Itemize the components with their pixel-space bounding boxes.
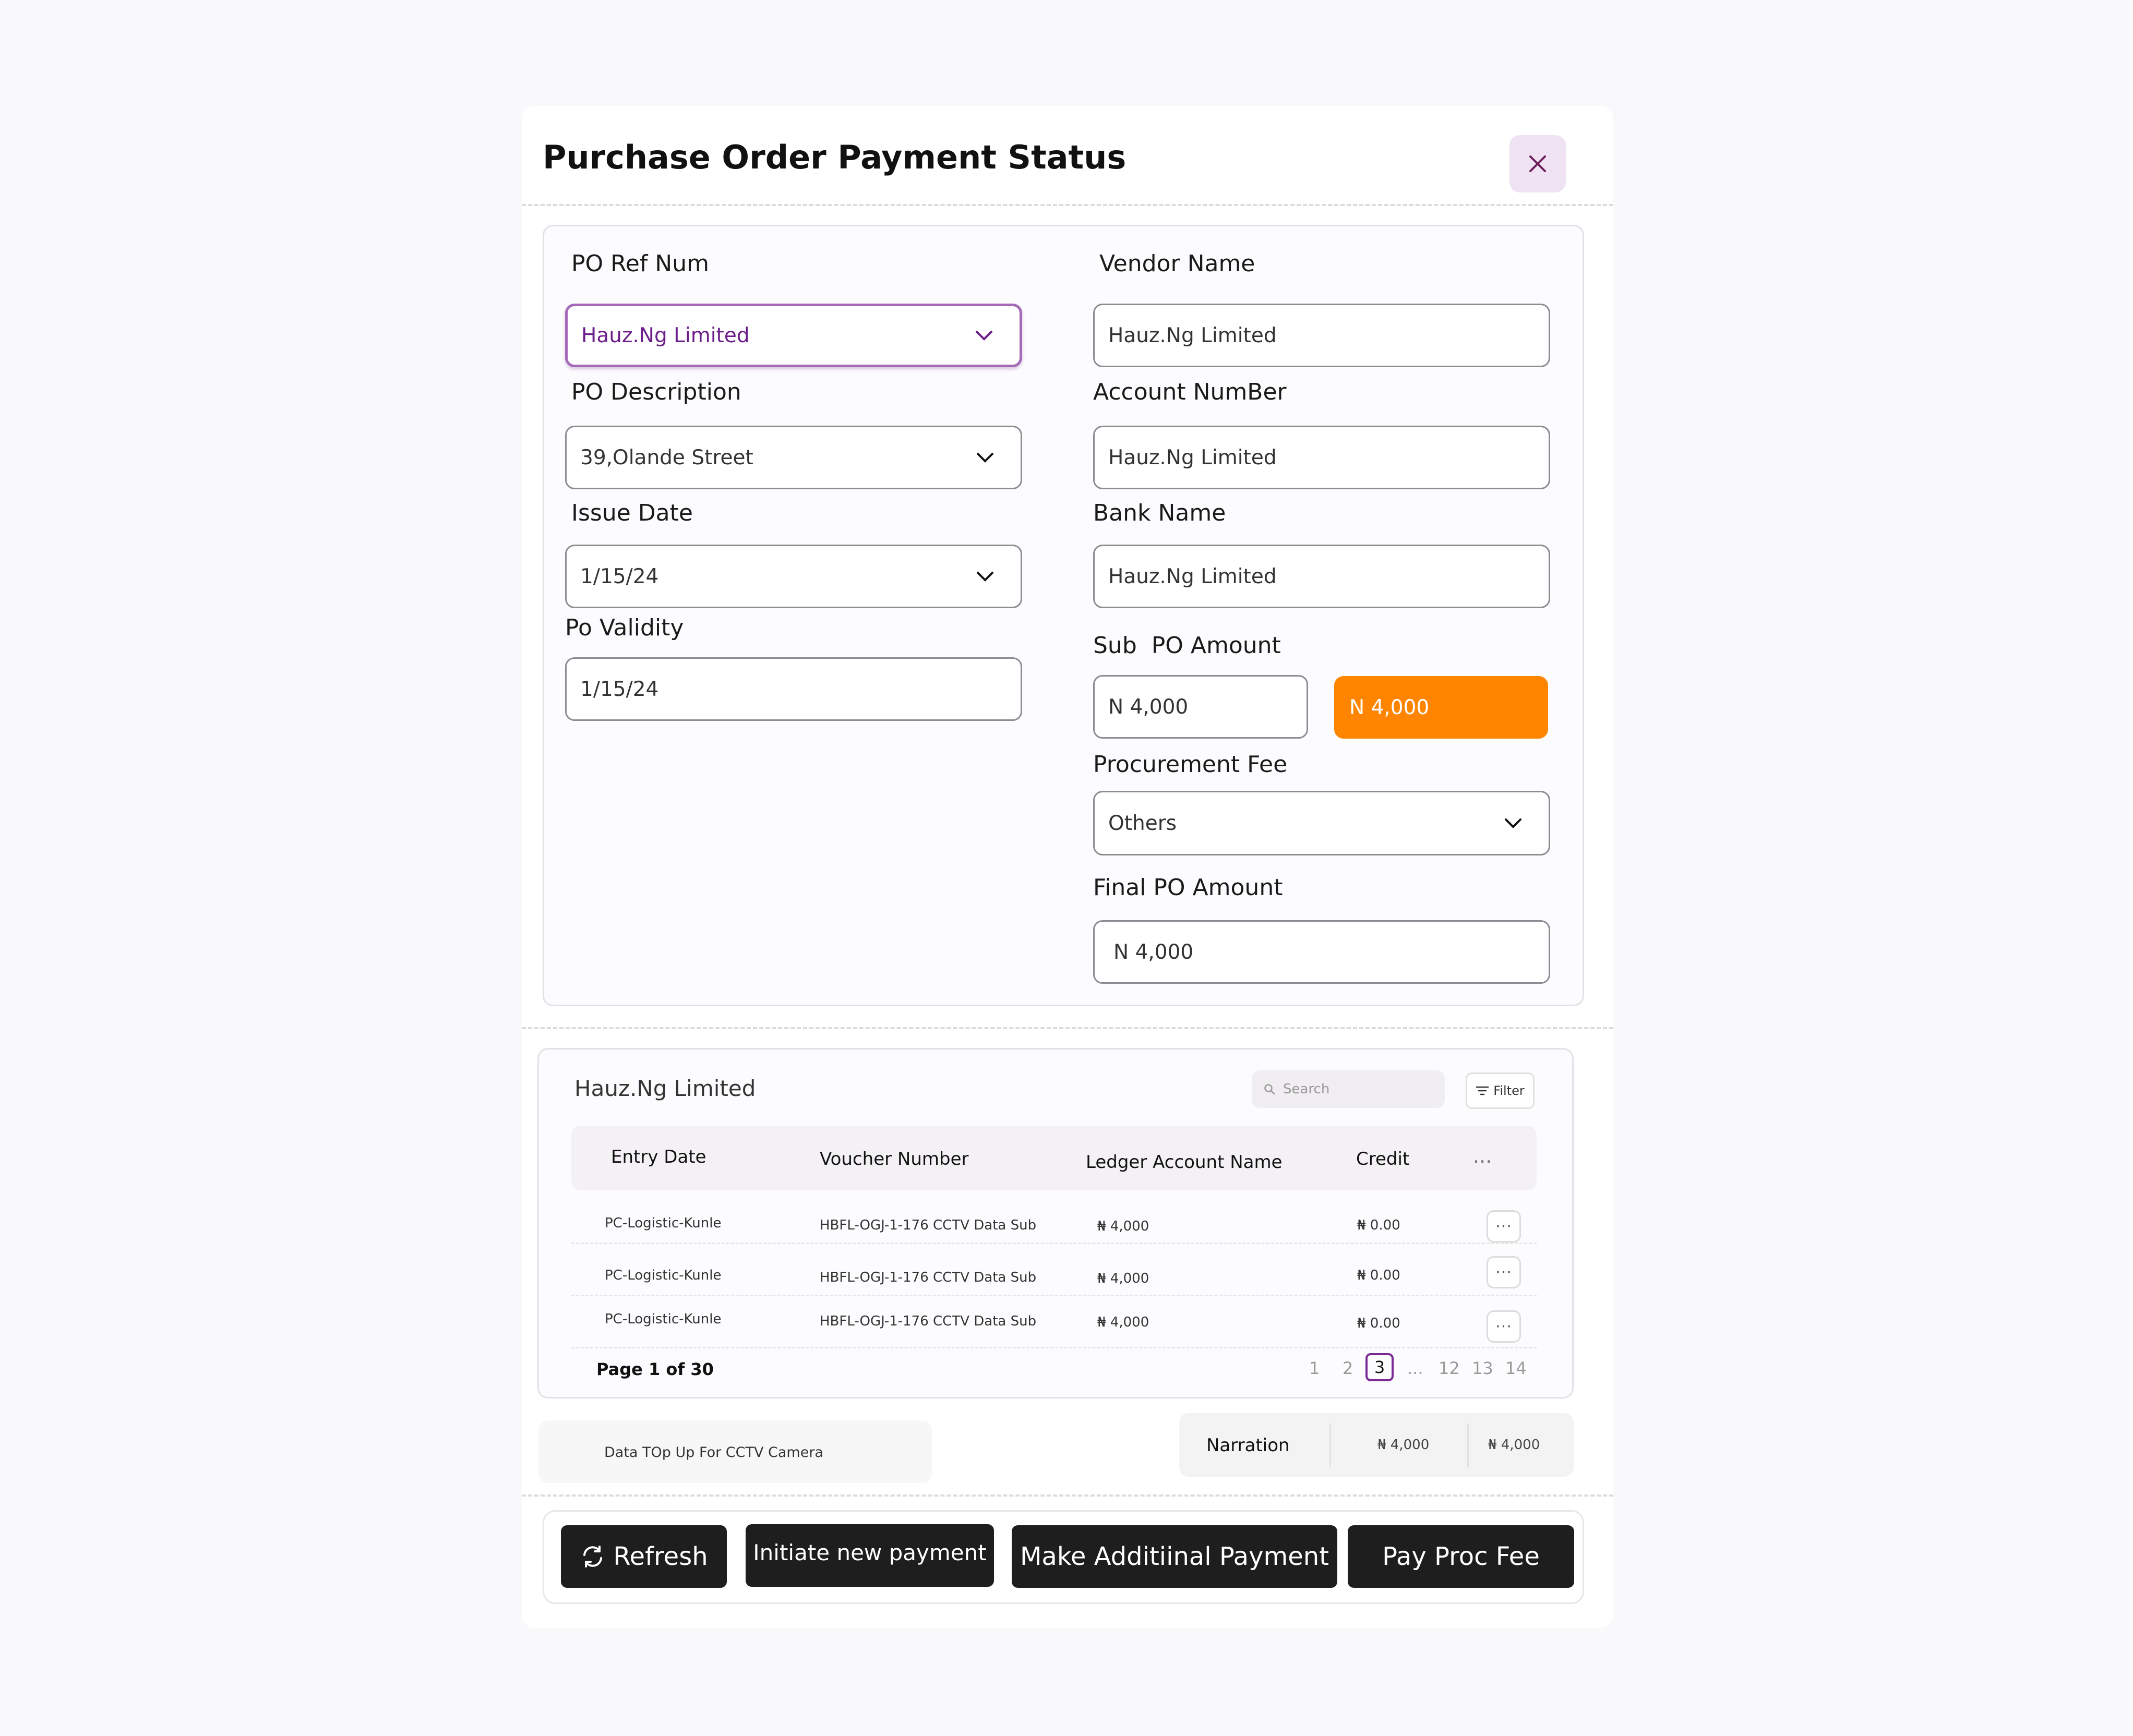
- po-description-select[interactable]: 39,Olande Street: [565, 426, 1022, 489]
- sub-po-amount-highlight-value: N 4,000: [1349, 695, 1430, 719]
- narration-description-text: Data TOp Up For CCTV Camera: [604, 1444, 823, 1461]
- ledger-cell: ₦ 4,000: [1097, 1271, 1149, 1286]
- narration-description: Data TOp Up For CCTV Camera: [538, 1420, 932, 1483]
- sub-po-amount-label: Sub PO Amount: [1093, 632, 1281, 659]
- po-ref-num-label: PO Ref Num: [571, 250, 709, 277]
- account-number-label: Account NumBer: [1093, 379, 1287, 405]
- po-ref-num-value: Hauz.Ng Limited: [581, 323, 750, 347]
- page-12-link[interactable]: 12: [1439, 1358, 1460, 1378]
- po-description-value: 39,Olande Street: [580, 445, 753, 469]
- po-ref-num-select[interactable]: Hauz.Ng Limited: [565, 304, 1022, 367]
- page-2-link[interactable]: 2: [1343, 1358, 1353, 1378]
- filter-icon: [1476, 1086, 1489, 1095]
- row-actions-button[interactable]: ···: [1487, 1256, 1521, 1288]
- table-row: PC-Logistic-Kunle HBFL-OGJ-1-176 CCTV Da…: [571, 1243, 1537, 1296]
- chevron-down-icon: [977, 572, 993, 582]
- page-14-link[interactable]: 14: [1505, 1358, 1527, 1378]
- issue-date-value: 1/15/24: [580, 564, 659, 588]
- payment-status-modal: Purchase Order Payment Status PO Ref Num…: [522, 106, 1613, 1628]
- bank-name-input[interactable]: Hauz.Ng Limited: [1093, 545, 1550, 608]
- chevron-down-icon: [976, 331, 992, 341]
- voucher-cell: HBFL-OGJ-1-176 CCTV Data Sub: [820, 1217, 1037, 1233]
- column-voucher-number: Voucher Number: [820, 1149, 969, 1170]
- vendor-name-value: Hauz.Ng Limited: [1108, 323, 1277, 347]
- narration-divider: [1329, 1424, 1331, 1467]
- issue-date-label: Issue Date: [571, 500, 693, 526]
- final-po-amount-value: N 4,000: [1113, 940, 1194, 964]
- po-validity-input[interactable]: 1/15/24: [565, 657, 1022, 721]
- modal-title: Purchase Order Payment Status: [543, 138, 1127, 176]
- search-icon: [1264, 1084, 1275, 1095]
- account-number-value: Hauz.Ng Limited: [1108, 445, 1277, 469]
- credit-cell: ₦ 0.00: [1357, 1268, 1400, 1283]
- make-additional-payment-button[interactable]: Make Additiinal Payment: [1012, 1525, 1337, 1588]
- procurement-fee-select[interactable]: Others: [1093, 791, 1550, 855]
- account-number-input[interactable]: Hauz.Ng Limited: [1093, 426, 1550, 489]
- ledger-title: Hauz.Ng Limited: [574, 1076, 756, 1101]
- po-description-label: PO Description: [571, 379, 741, 405]
- narration-label: Narration: [1206, 1435, 1290, 1456]
- ledger-cell: ₦ 4,000: [1097, 1315, 1149, 1330]
- page-13-link[interactable]: 13: [1472, 1358, 1493, 1378]
- ledger-cell: ₦ 4,000: [1097, 1219, 1149, 1234]
- initiate-payment-button[interactable]: Initiate new payment: [746, 1524, 994, 1587]
- page-ellipsis: ...: [1407, 1358, 1423, 1378]
- po-details-form: PO Ref Num Hauz.Ng Limited PO Descriptio…: [543, 225, 1584, 1006]
- final-po-amount-label: Final PO Amount: [1093, 874, 1283, 901]
- column-ledger-account-name: Ledger Account Name: [1086, 1152, 1283, 1173]
- section-divider: [522, 1027, 1613, 1029]
- column-credit: Credit: [1356, 1149, 1410, 1170]
- table-header: Entry Date Voucher Number Ledger Account…: [571, 1126, 1537, 1190]
- chevron-down-icon: [1505, 818, 1521, 828]
- issue-date-select[interactable]: 1/15/24: [565, 545, 1022, 608]
- table-row: PC-Logistic-Kunle HBFL-OGJ-1-176 CCTV Da…: [571, 1194, 1537, 1244]
- vendor-name-label: Vendor Name: [1099, 250, 1255, 277]
- close-button[interactable]: [1509, 135, 1566, 192]
- row-actions-button[interactable]: ···: [1487, 1210, 1521, 1243]
- page-3-link[interactable]: 3: [1365, 1353, 1394, 1381]
- voucher-cell: HBFL-OGJ-1-176 CCTV Data Sub: [820, 1313, 1037, 1329]
- procurement-fee-label: Procurement Fee: [1093, 751, 1288, 778]
- vendor-name-input[interactable]: Hauz.Ng Limited: [1093, 304, 1550, 367]
- pay-proc-fee-button[interactable]: Pay Proc Fee: [1348, 1525, 1574, 1588]
- sub-po-amount-value: N 4,000: [1108, 695, 1189, 719]
- filter-label: Filter: [1493, 1083, 1525, 1098]
- narration-value-1: ₦ 4,000: [1377, 1437, 1430, 1453]
- page-info: Page 1 of 30: [596, 1359, 714, 1379]
- search-placeholder: Search: [1283, 1081, 1330, 1097]
- row-actions-button[interactable]: ···: [1487, 1310, 1521, 1343]
- action-bar: Refresh Initiate new payment Make Additi…: [543, 1510, 1584, 1604]
- refresh-icon: [583, 1546, 603, 1568]
- chevron-down-icon: [977, 453, 993, 463]
- sub-po-amount-highlight: N 4,000: [1334, 676, 1548, 739]
- entry-date-cell: PC-Logistic-Kunle: [605, 1215, 722, 1231]
- bank-name-value: Hauz.Ng Limited: [1108, 564, 1277, 588]
- narration-value-2: ₦ 4,000: [1488, 1437, 1540, 1453]
- header-divider: [522, 204, 1613, 206]
- table-row: PC-Logistic-Kunle HBFL-OGJ-1-176 CCTV Da…: [571, 1295, 1537, 1348]
- po-validity-value: 1/15/24: [580, 677, 659, 701]
- page-1-link[interactable]: 1: [1309, 1358, 1320, 1378]
- entry-date-cell: PC-Logistic-Kunle: [605, 1311, 722, 1327]
- final-po-amount-input[interactable]: N 4,000: [1093, 920, 1550, 984]
- ledger-table-card: Hauz.Ng Limited Search Filter Entry Date…: [537, 1048, 1574, 1399]
- close-icon: [1529, 155, 1546, 172]
- search-input[interactable]: Search: [1252, 1070, 1445, 1108]
- credit-cell: ₦ 0.00: [1357, 1316, 1400, 1331]
- credit-cell: ₦ 0.00: [1357, 1217, 1400, 1233]
- bank-name-label: Bank Name: [1093, 500, 1226, 526]
- column-entry-date: Entry Date: [611, 1147, 706, 1167]
- entry-date-cell: PC-Logistic-Kunle: [605, 1268, 722, 1283]
- narration-divider: [1467, 1424, 1469, 1467]
- voucher-cell: HBFL-OGJ-1-176 CCTV Data Sub: [820, 1270, 1037, 1285]
- filter-button[interactable]: Filter: [1466, 1072, 1535, 1109]
- po-validity-label: Po Validity: [565, 614, 684, 641]
- column-more[interactable]: ...: [1473, 1144, 1492, 1167]
- procurement-fee-value: Others: [1108, 811, 1177, 835]
- narration-summary: Narration ₦ 4,000 ₦ 4,000: [1179, 1413, 1574, 1477]
- refresh-button[interactable]: Refresh: [561, 1525, 727, 1588]
- sub-po-amount-input[interactable]: N 4,000: [1093, 675, 1308, 739]
- footer-divider: [522, 1494, 1613, 1497]
- refresh-label: Refresh: [613, 1542, 708, 1571]
